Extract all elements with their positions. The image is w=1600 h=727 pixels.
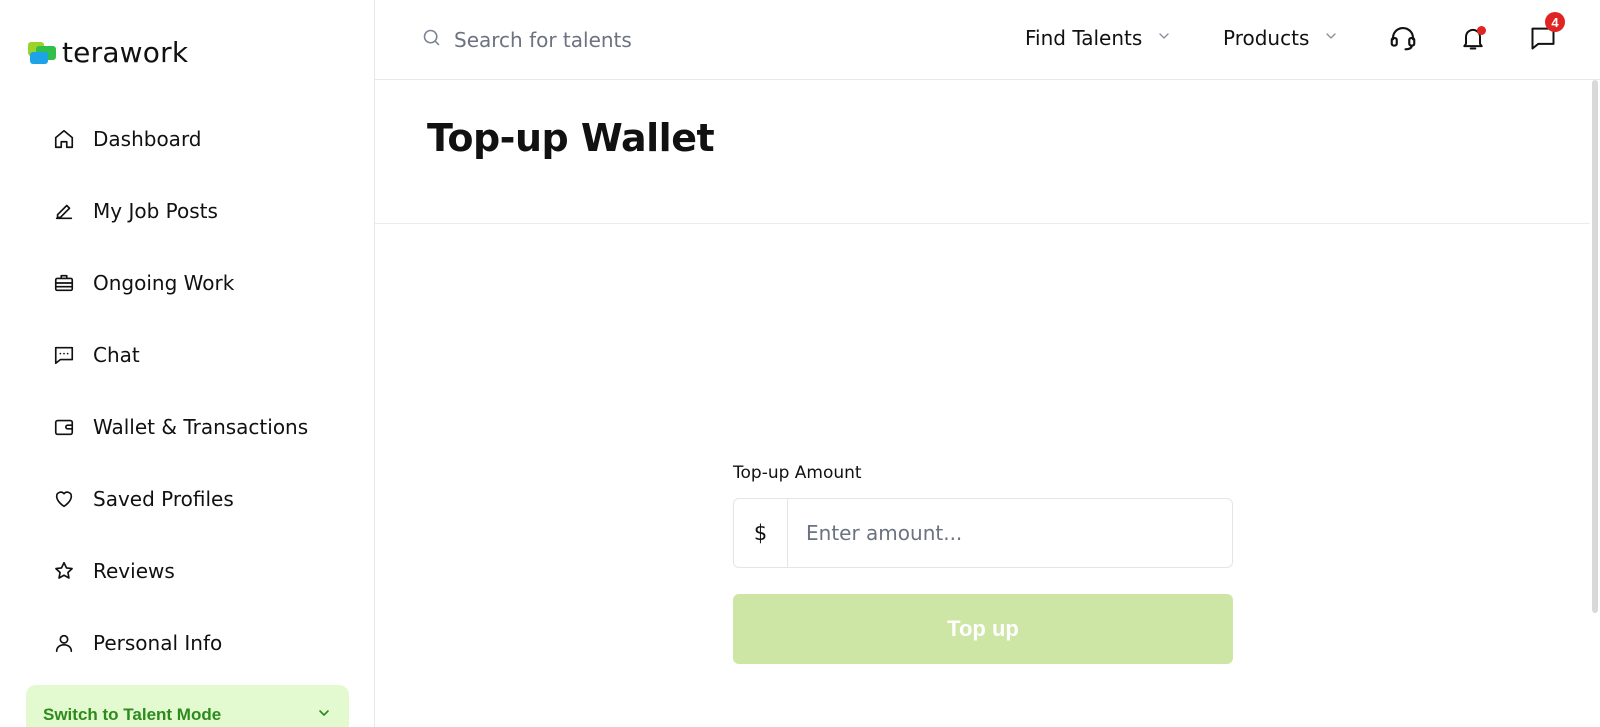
scrollbar[interactable] [1590, 80, 1600, 727]
terawork-logo-mark-icon [26, 36, 58, 68]
amount-input[interactable] [788, 499, 1232, 567]
messages-badge: 4 [1545, 12, 1565, 32]
amount-field: $ [733, 498, 1233, 568]
chevron-down-icon [316, 705, 332, 725]
brand-name: terawork [62, 35, 189, 69]
sidebar-item-label: Wallet & Transactions [93, 415, 309, 439]
chevron-down-icon [1156, 28, 1172, 49]
notifications-button[interactable] [1455, 22, 1491, 58]
headset-icon [1388, 23, 1418, 58]
notification-dot [1477, 26, 1486, 35]
sidebar-item-ongoing-work[interactable]: Ongoing Work [0, 247, 375, 319]
products-label: Products [1223, 26, 1310, 50]
sidebar-item-reviews[interactable]: Reviews [0, 535, 375, 607]
topup-button[interactable]: Top up [733, 594, 1233, 664]
search-input[interactable] [454, 28, 774, 52]
sidebar-item-label: Reviews [93, 559, 175, 583]
sidebar-item-label: My Job Posts [93, 199, 218, 223]
messages-button[interactable]: 4 [1525, 12, 1565, 58]
chevron-down-icon [1323, 28, 1339, 49]
sidebar: terawork Dashboard My Job Posts Ongoing … [0, 0, 375, 727]
brand-logo[interactable]: terawork [26, 34, 188, 70]
page-header: Top-up Wallet [375, 80, 1590, 224]
user-icon [52, 631, 76, 655]
sidebar-item-label: Dashboard [93, 127, 202, 151]
sidebar-item-saved-profiles[interactable]: Saved Profiles [0, 463, 375, 535]
chat-icon [52, 343, 76, 367]
sidebar-item-wallet-transactions[interactable]: Wallet & Transactions [0, 391, 375, 463]
wallet-icon [52, 415, 76, 439]
products-menu[interactable]: Products [1223, 26, 1339, 50]
scrollbar-thumb[interactable] [1592, 80, 1598, 613]
currency-symbol: $ [734, 499, 788, 567]
sidebar-item-personal-info[interactable]: Personal Info [0, 607, 375, 679]
sidebar-item-my-job-posts[interactable]: My Job Posts [0, 175, 375, 247]
topbar: Find Talents Products 4 [375, 0, 1600, 80]
switch-mode-label: Switch to Talent Mode [43, 705, 222, 724]
sidebar-item-label: Saved Profiles [93, 487, 234, 511]
sidebar-nav: Dashboard My Job Posts Ongoing Work Chat… [0, 103, 375, 679]
pencil-icon [52, 199, 76, 223]
search-icon [421, 27, 442, 53]
switch-mode-button[interactable]: Switch to Talent Mode [26, 685, 349, 727]
search-bar [421, 27, 774, 53]
sidebar-item-chat[interactable]: Chat [0, 319, 375, 391]
heart-icon [52, 487, 76, 511]
support-button[interactable] [1385, 22, 1421, 58]
find-talents-menu[interactable]: Find Talents [1025, 26, 1172, 50]
sidebar-item-dashboard[interactable]: Dashboard [0, 103, 375, 175]
home-icon [52, 127, 76, 151]
topup-form: Top-up Amount $ Top up [733, 463, 1233, 664]
sidebar-item-label: Chat [93, 343, 140, 367]
page-title: Top-up Wallet [427, 116, 715, 160]
find-talents-label: Find Talents [1025, 26, 1143, 50]
sidebar-item-label: Personal Info [93, 631, 223, 655]
star-icon [52, 559, 76, 583]
briefcase-icon [52, 271, 76, 295]
sidebar-item-label: Ongoing Work [93, 271, 235, 295]
amount-label: Top-up Amount [733, 463, 862, 483]
